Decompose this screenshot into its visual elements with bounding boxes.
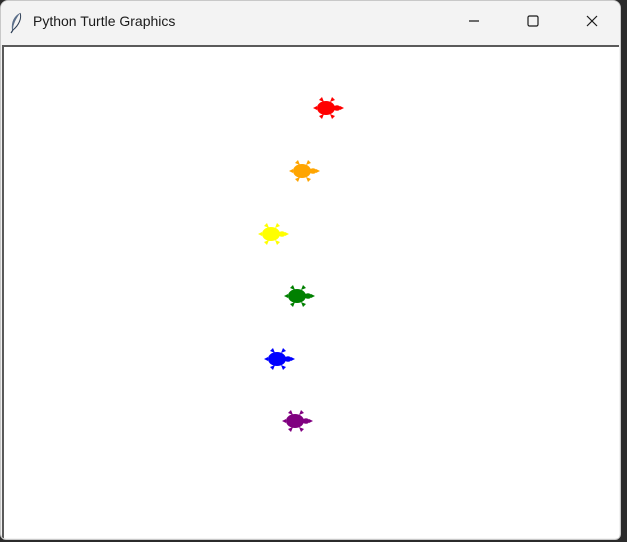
turtle-icon bbox=[284, 285, 315, 307]
turtle-icon bbox=[264, 348, 295, 370]
turtle-icon bbox=[258, 223, 289, 245]
turtle-canvas[interactable] bbox=[4, 47, 619, 538]
turtle-icon bbox=[313, 97, 344, 119]
turtle-icon bbox=[289, 160, 320, 182]
feather-icon bbox=[8, 12, 24, 34]
maximize-icon bbox=[527, 15, 539, 27]
minimize-icon bbox=[468, 15, 480, 27]
close-icon bbox=[586, 15, 598, 27]
turtle-green bbox=[283, 283, 317, 309]
maximize-button[interactable] bbox=[510, 1, 556, 41]
window-title: Python Turtle Graphics bbox=[33, 13, 176, 29]
turtle-canvas-frame bbox=[2, 45, 619, 538]
turtle-icon bbox=[282, 410, 313, 432]
turtle-orange bbox=[288, 158, 322, 184]
title-bar[interactable]: Python Turtle Graphics bbox=[1, 1, 620, 45]
turtle-blue bbox=[263, 346, 297, 372]
turtle-window: Python Turtle Graphics bbox=[0, 0, 621, 540]
minimize-button[interactable] bbox=[451, 1, 497, 41]
close-button[interactable] bbox=[569, 1, 615, 41]
turtle-yellow bbox=[257, 221, 291, 247]
turtle-red bbox=[312, 95, 346, 121]
turtle-purple bbox=[281, 408, 315, 434]
